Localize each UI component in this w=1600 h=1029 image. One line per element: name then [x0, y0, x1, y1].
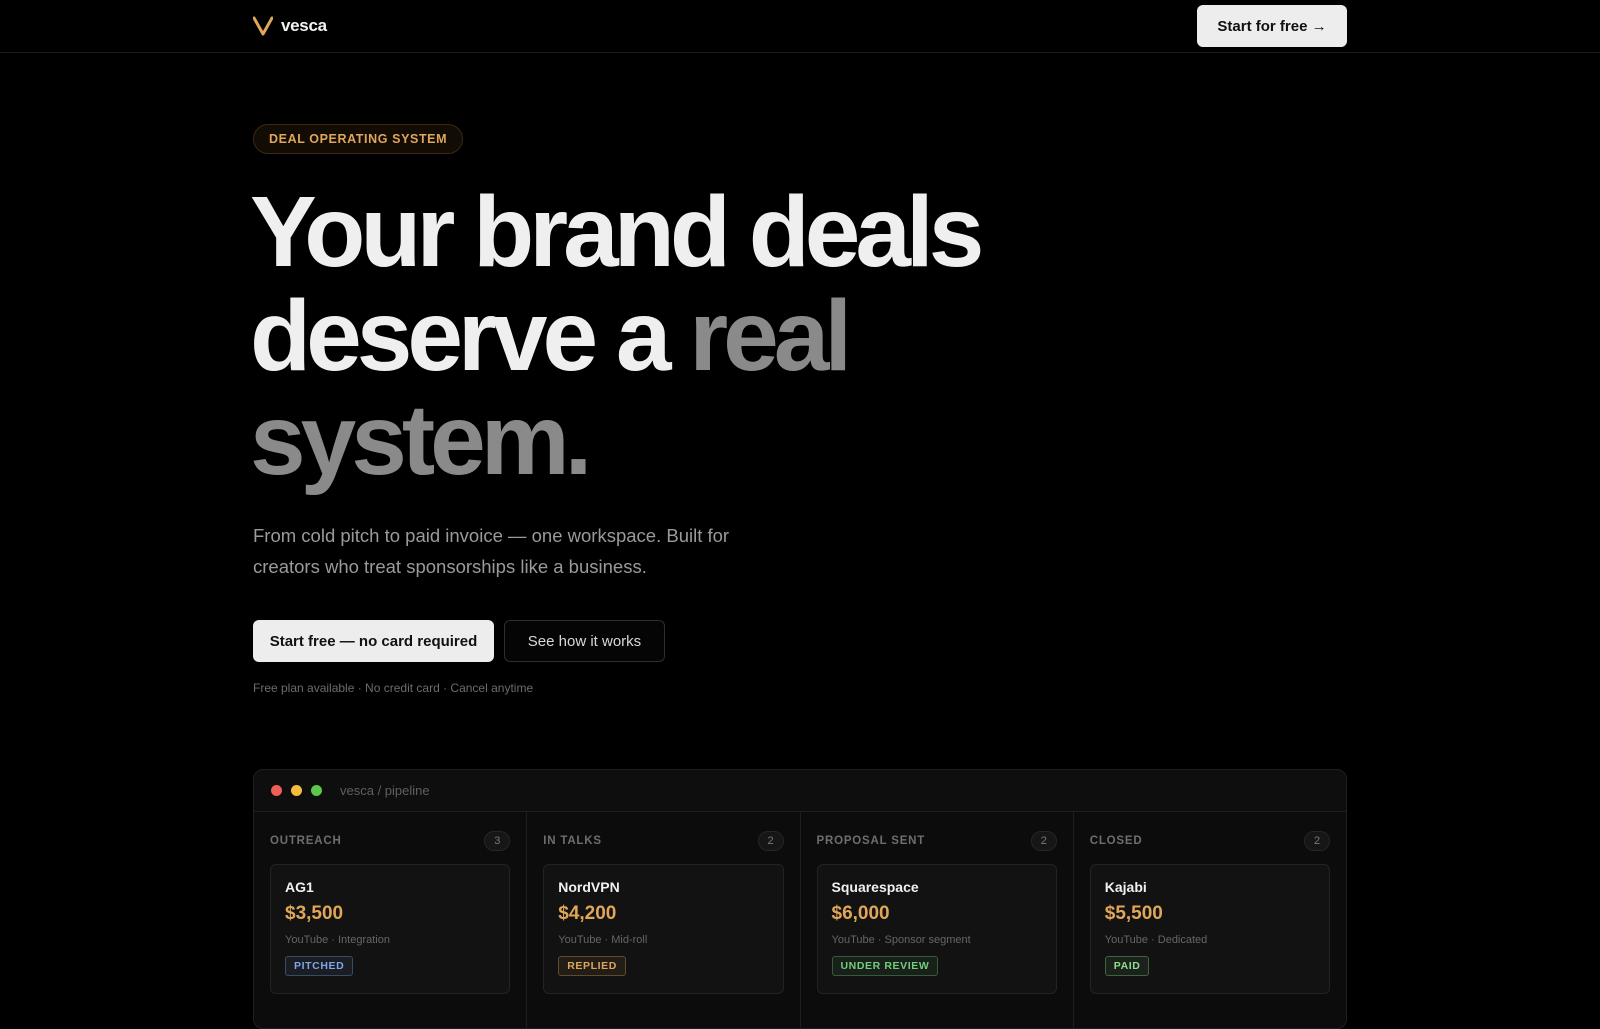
pipeline-column-closed: CLOSED 2 Kajabi $5,500 YouTube · Dedicat… [1074, 812, 1346, 1028]
column-name: CLOSED [1089, 835, 1143, 847]
column-header: CLOSED 2 [1090, 830, 1330, 852]
column-header: IN TALKS 2 [543, 830, 784, 852]
status-badge: REPLIED [558, 956, 626, 976]
hero-headline: Your brand deals deserve a real system. [250, 180, 1150, 492]
status-badge: PAID [1104, 956, 1150, 976]
deal-meta: YouTube · Sponsor segment [831, 934, 971, 946]
brand-name: vesca [281, 16, 327, 35]
deal-amount: $4,200 [558, 903, 617, 924]
pipeline-preview-window: vesca / pipeline OUTREACH 3 AG1 $3,500 Y… [253, 769, 1347, 1029]
deal-card[interactable]: NordVPN $4,200 YouTube · Mid-roll REPLIE… [543, 864, 784, 994]
start-for-free-button[interactable]: Start for free → [1197, 5, 1347, 47]
column-count-badge: 2 [1030, 831, 1057, 851]
deal-brand: AG1 [285, 879, 314, 895]
pipeline-column-proposal-sent: PROPOSAL SENT 2 Squarespace $6,000 YouTu… [801, 812, 1074, 1028]
status-badge: UNDER REVIEW [831, 956, 939, 976]
hero-subhead: From cold pitch to paid invoice — one wo… [253, 525, 730, 577]
deal-amount: $5,500 [1104, 903, 1163, 924]
deal-amount: $6,000 [831, 903, 890, 924]
deal-card[interactable]: Squarespace $6,000 YouTube · Sponsor seg… [816, 864, 1057, 994]
column-name: IN TALKS [543, 835, 602, 847]
column-count-badge: 2 [1304, 831, 1330, 851]
deal-brand: Kajabi [1104, 879, 1147, 895]
headline-line-2a: deserve a [250, 280, 690, 392]
deal-meta: YouTube · Dedicated [1104, 934, 1208, 946]
pipeline-columns: OUTREACH 3 AG1 $3,500 YouTube · Integrat… [254, 812, 1346, 1028]
window-title: vesca / pipeline [340, 783, 430, 798]
v-logo-icon [253, 16, 273, 36]
deal-card[interactable]: Kajabi $5,500 YouTube · Dedicated PAID [1089, 864, 1330, 994]
pipeline-column-outreach: OUTREACH 3 AG1 $3,500 YouTube · Integrat… [254, 812, 528, 1028]
deal-card[interactable]: AG1 $3,500 YouTube · Integration PITCHED [270, 864, 511, 994]
minimize-dot-icon [291, 785, 302, 796]
top-navigation: vesca Start for free → [0, 0, 1600, 53]
column-header: OUTREACH 3 [270, 830, 511, 852]
deal-meta: YouTube · Integration [285, 934, 390, 946]
start-free-button[interactable]: Start free — no card required [253, 620, 494, 662]
status-badge: PITCHED [285, 956, 354, 976]
deal-amount: $3,500 [285, 903, 344, 924]
column-name: PROPOSAL SENT [816, 835, 926, 847]
brand-logo[interactable]: vesca [253, 14, 327, 38]
see-how-it-works-button[interactable]: See how it works [504, 620, 665, 662]
eyebrow-badge: DEAL OPERATING SYSTEM [253, 124, 464, 154]
window-titlebar: vesca / pipeline [254, 770, 1346, 812]
headline-line-3: system. [250, 384, 592, 496]
deal-brand: Squarespace [831, 879, 919, 895]
column-header: PROPOSAL SENT 2 [817, 830, 1057, 852]
maximize-dot-icon [311, 785, 322, 796]
column-name: OUTREACH [270, 835, 342, 847]
close-dot-icon [271, 785, 282, 796]
headline-line-2b: real [689, 280, 852, 392]
headline-line-1: Your brand deals [250, 176, 984, 288]
deal-brand: NordVPN [558, 879, 620, 895]
fineprint: Free plan available · No credit card · C… [253, 681, 534, 695]
column-count-badge: 2 [757, 831, 784, 851]
pipeline-column-in-talks: IN TALKS 2 NordVPN $4,200 YouTube · Mid-… [527, 812, 801, 1028]
deal-meta: YouTube · Mid-roll [558, 934, 648, 946]
column-count-badge: 3 [484, 831, 511, 851]
